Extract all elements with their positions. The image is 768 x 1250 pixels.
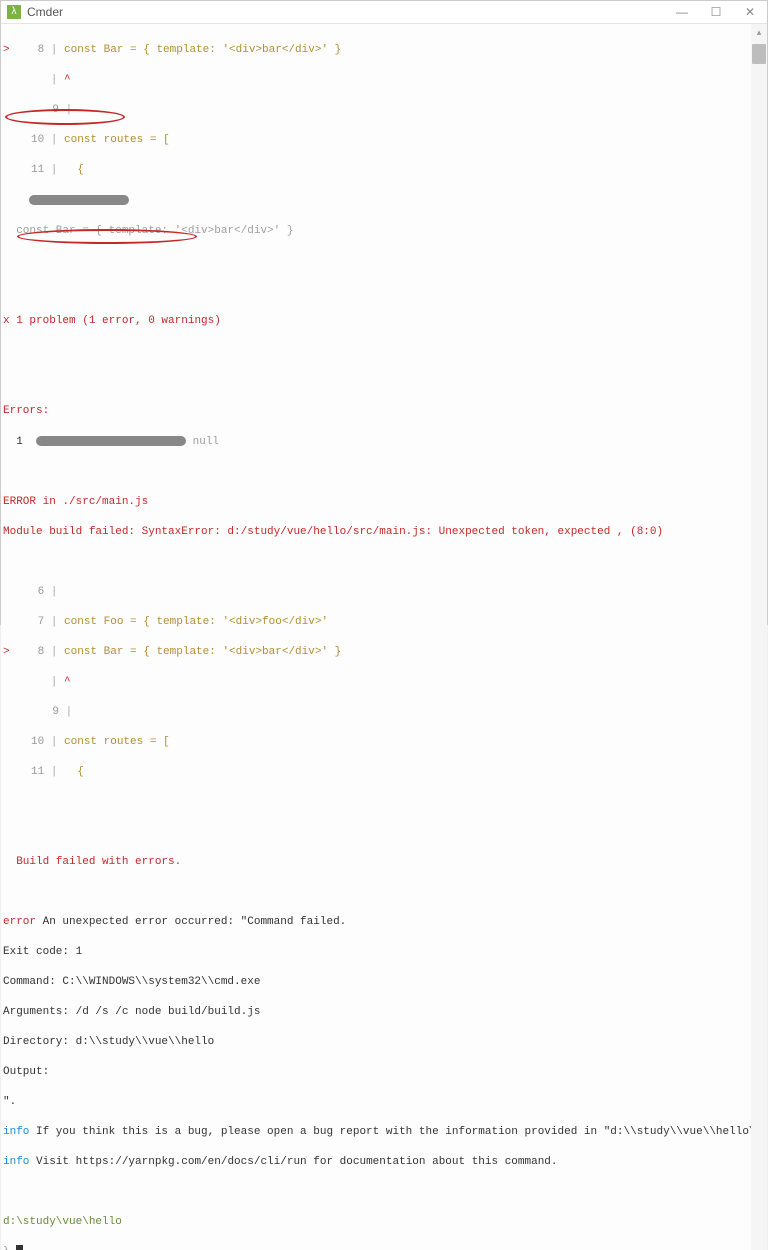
scrollbar[interactable]: ▴ — [751, 24, 767, 1250]
error-null: null — [193, 436, 219, 448]
info-msg: If you think this is a bug, please open … — [29, 1126, 751, 1138]
caret-pointer: ^ — [64, 676, 71, 688]
info-word: info — [3, 1126, 29, 1138]
prompt-path: d:\study\vue\hello — [3, 1216, 122, 1228]
code-line: const routes = [ — [57, 736, 169, 748]
error-row-num: 1 — [3, 436, 36, 448]
code-line: { — [57, 766, 83, 778]
redaction — [29, 195, 129, 205]
error-word: error — [3, 916, 36, 928]
info-word: info — [3, 1156, 29, 1168]
line-number: 10 — [16, 133, 44, 148]
caret-marker: > — [3, 44, 16, 56]
module-build-failed: Module build failed: SyntaxError: d:/stu… — [3, 526, 663, 538]
cursor — [16, 1245, 23, 1250]
window-title: Cmder — [27, 5, 665, 19]
titlebar[interactable]: λ Cmder — ☐ ✕ — [1, 1, 767, 24]
output-quote: ". — [3, 1096, 16, 1108]
command-line: Command: C:\\WINDOWS\\system32\\cmd.exe — [3, 976, 260, 988]
redaction — [36, 436, 186, 446]
app-icon: λ — [7, 5, 21, 19]
code-line: const routes = [ — [57, 134, 169, 146]
scroll-thumb[interactable] — [752, 44, 766, 64]
app-window: λ Cmder — ☐ ✕ > 8 | const Bar = { templa… — [0, 0, 768, 625]
directory-line: Directory: d:\\study\\vue\\hello — [3, 1036, 214, 1048]
line-number: 9 — [31, 705, 59, 720]
code-line: const Foo = { template: '<div>foo</div>' — [57, 616, 328, 628]
scroll-up-arrow-icon[interactable]: ▴ — [751, 24, 767, 40]
problem-x: x — [3, 315, 10, 327]
prompt-lambda: λ — [3, 1246, 16, 1250]
problem-summary: 1 problem (1 error, 0 warnings) — [10, 315, 221, 327]
info-url: https://yarnpkg.com/en/docs/cli/run — [76, 1156, 307, 1168]
line-number: 11 — [16, 163, 44, 178]
error-in: ERROR in ./src/main.js — [3, 496, 148, 508]
maximize-button[interactable]: ☐ — [699, 1, 733, 23]
terminal[interactable]: > 8 | const Bar = { template: '<div>bar<… — [1, 24, 751, 1250]
exit-code: Exit code: 1 — [3, 946, 82, 958]
code-line: { — [57, 164, 83, 176]
line-number: 8 — [16, 43, 44, 58]
error-msg: An unexpected error occurred: "Command f… — [36, 916, 346, 928]
window-controls: — ☐ ✕ — [665, 1, 767, 23]
line-number: 9 — [31, 103, 59, 118]
dim-code-line: const Bar = { template: '<div>bar</div>'… — [16, 225, 293, 237]
minimize-button[interactable]: — — [665, 1, 699, 23]
line-number: 11 — [16, 765, 44, 780]
build-failed: Build failed with errors. — [3, 856, 181, 868]
output-label: Output: — [3, 1066, 49, 1078]
close-button[interactable]: ✕ — [733, 1, 767, 23]
errors-label: Errors: — [3, 405, 49, 417]
caret-pointer: ^ — [64, 74, 71, 86]
code-line: const Bar = { template: '<div>bar</div>'… — [57, 646, 341, 658]
line-number: 10 — [16, 735, 44, 750]
line-number: 7 — [16, 615, 44, 630]
terminal-area: > 8 | const Bar = { template: '<div>bar<… — [1, 24, 767, 1250]
arguments-line: Arguments: /d /s /c node build/build.js — [3, 1006, 260, 1018]
line-number: 6 — [16, 585, 44, 600]
code-line: const Bar = { template: '<div>bar</div>'… — [57, 44, 341, 56]
line-number: 8 — [16, 645, 44, 660]
